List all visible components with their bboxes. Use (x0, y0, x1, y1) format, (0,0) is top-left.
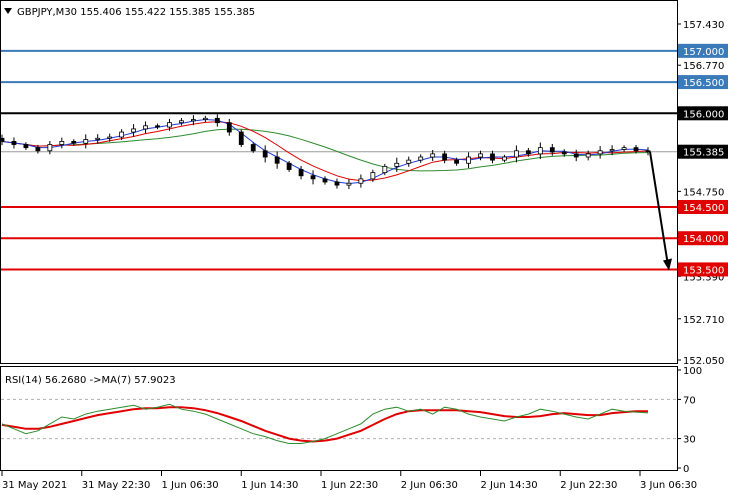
candle-body (346, 182, 352, 186)
candle-body (573, 153, 579, 158)
candle-body (262, 150, 268, 158)
candle-body (478, 153, 483, 158)
level-label-support: 154.500 (683, 203, 724, 214)
candle-body (406, 159, 412, 164)
candle-body (274, 156, 280, 164)
time-tick-label: 2 Jun 06:30 (401, 480, 458, 491)
candle-body (155, 125, 160, 128)
chart-root: GBPJPY,M30 155.406 155.422 155.385 155.3… (0, 0, 736, 500)
candle-body (633, 147, 639, 152)
candle-body (47, 144, 53, 152)
level-label-support: 154.000 (683, 234, 724, 245)
price-tick-label: 156.770 (683, 61, 724, 72)
current-price-label: 155.385 (683, 148, 724, 159)
candle-body (645, 150, 651, 153)
time-tick-label: 2 Jun 22:30 (560, 480, 617, 491)
time-tick-label: 2 Jun 14:30 (481, 480, 538, 491)
candle-body (430, 153, 436, 158)
rsi-tick-label: 70 (683, 395, 696, 406)
rsi-tick-label: 30 (683, 435, 696, 446)
candle-body (382, 165, 388, 174)
candle-body (131, 128, 136, 133)
time-axis: 31 May 2021 31 May 22:30 1 Jun 06:30 1 Jun … (1, 471, 697, 491)
price-tick-label: 152.710 (683, 315, 724, 326)
candle-body (454, 159, 459, 164)
candle-body (585, 153, 591, 158)
candle-body (502, 156, 507, 161)
level-labels-layer: 157.000 156.500 156.000 154.500 154.000 153.5… (678, 43, 728, 277)
price-tick-label: 157.430 (683, 20, 724, 31)
candle-body (322, 178, 328, 183)
candle-body (310, 175, 316, 180)
level-label-resistance: 156.500 (683, 78, 724, 89)
candle-body (621, 147, 627, 150)
level-label-support: 153.500 (683, 265, 724, 276)
candle-body (537, 147, 543, 155)
candle-body (597, 150, 603, 155)
rsi-tick-label: 100 (683, 366, 702, 377)
candle-body (23, 144, 29, 149)
candle-body (298, 169, 304, 177)
time-tick-label: 1 Jun 22:30 (321, 480, 378, 491)
candle-body (119, 131, 125, 138)
candle-body (59, 141, 65, 145)
time-tick-label: 3 Jun 06:30 (640, 480, 697, 491)
candle-body (226, 122, 232, 133)
candle-body (143, 125, 148, 130)
time-tick-label: 1 Jun 06:30 (162, 480, 219, 491)
candle-body (286, 162, 292, 170)
symbol-header: GBPJPY,M30 155.406 155.422 155.385 155.3… (17, 7, 255, 18)
candle-body (238, 131, 244, 145)
candle-body (561, 151, 567, 155)
candle-body (609, 149, 615, 152)
rsi-tick-label: 0 (683, 464, 689, 475)
candle-body (179, 120, 184, 124)
candle-body (71, 141, 77, 144)
candle-body (35, 147, 41, 152)
candle-body (334, 181, 340, 186)
candle-body (514, 150, 519, 158)
level-label-resistance: 157.000 (683, 47, 724, 58)
candle-body (214, 117, 220, 124)
candle-body (11, 141, 17, 145)
candle-body (525, 150, 531, 155)
candle-body (107, 136, 113, 139)
candle-body (490, 153, 495, 161)
candle-body (202, 117, 208, 120)
candle-body (250, 144, 256, 152)
price-tick-label: 154.750 (683, 187, 724, 198)
candle-body (83, 139, 89, 144)
candle-body (191, 119, 196, 122)
level-label-pivot: 156.000 (683, 109, 724, 120)
candle-body (418, 156, 424, 161)
candle-body (466, 156, 471, 164)
candle-body (442, 153, 448, 161)
price-axis: 157.430156.770154.750153.390152.710152.0… (677, 20, 724, 367)
candle-body (167, 122, 172, 128)
candle-body (549, 147, 555, 153)
candle-body (370, 172, 376, 180)
rsi-header: RSI(14) 56.2680 ->MA(7) 57.9023 (5, 375, 176, 386)
candle-body (358, 178, 364, 184)
candle-body (0, 137, 5, 142)
candle-body (95, 137, 101, 140)
time-tick-label: 31 May 2021 (2, 480, 67, 491)
candle-body (394, 162, 400, 167)
time-tick-label: 31 May 22:30 (82, 480, 151, 491)
time-tick-label: 1 Jun 14:30 (241, 480, 298, 491)
price-chart: GBPJPY,M30 155.406 155.422 155.385 155.3… (0, 0, 728, 491)
